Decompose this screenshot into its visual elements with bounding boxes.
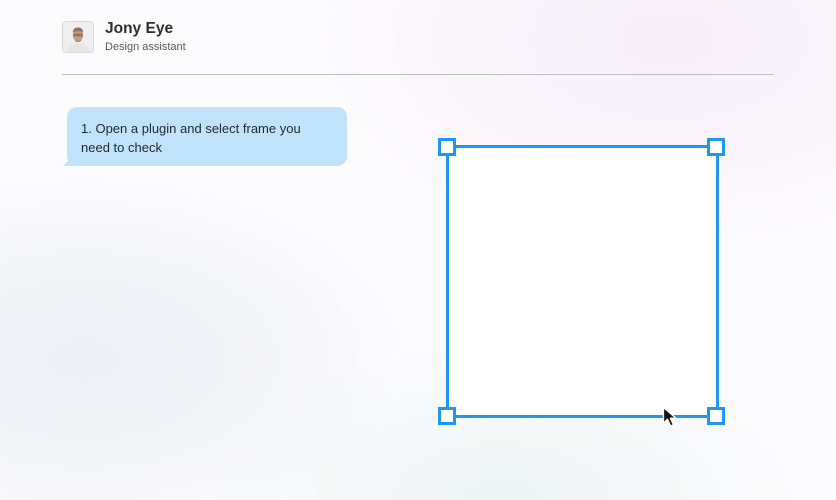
avatar[interactable]: [62, 21, 94, 53]
arrow-pointer-icon: [662, 406, 680, 433]
selected-frame[interactable]: [446, 145, 719, 418]
assistant-name: Jony Eye: [105, 20, 174, 37]
resize-handle-icon[interactable]: [707, 138, 725, 156]
resize-handle-icon[interactable]: [707, 407, 725, 425]
person-portrait-icon: [63, 22, 93, 52]
chat-message-text: 1. Open a plugin and select frame you ne…: [81, 121, 301, 155]
header-text: Jony Eye Design assistant: [105, 20, 186, 54]
assistant-role: Design assistant: [105, 41, 186, 53]
bubble-tail: [63, 156, 73, 166]
assistant-header: Jony Eye Design assistant: [62, 20, 186, 54]
header-divider: [62, 74, 774, 75]
resize-handle-icon[interactable]: [438, 138, 456, 156]
chat-message-bubble: 1. Open a plugin and select frame you ne…: [63, 107, 347, 166]
resize-handle-icon[interactable]: [438, 407, 456, 425]
